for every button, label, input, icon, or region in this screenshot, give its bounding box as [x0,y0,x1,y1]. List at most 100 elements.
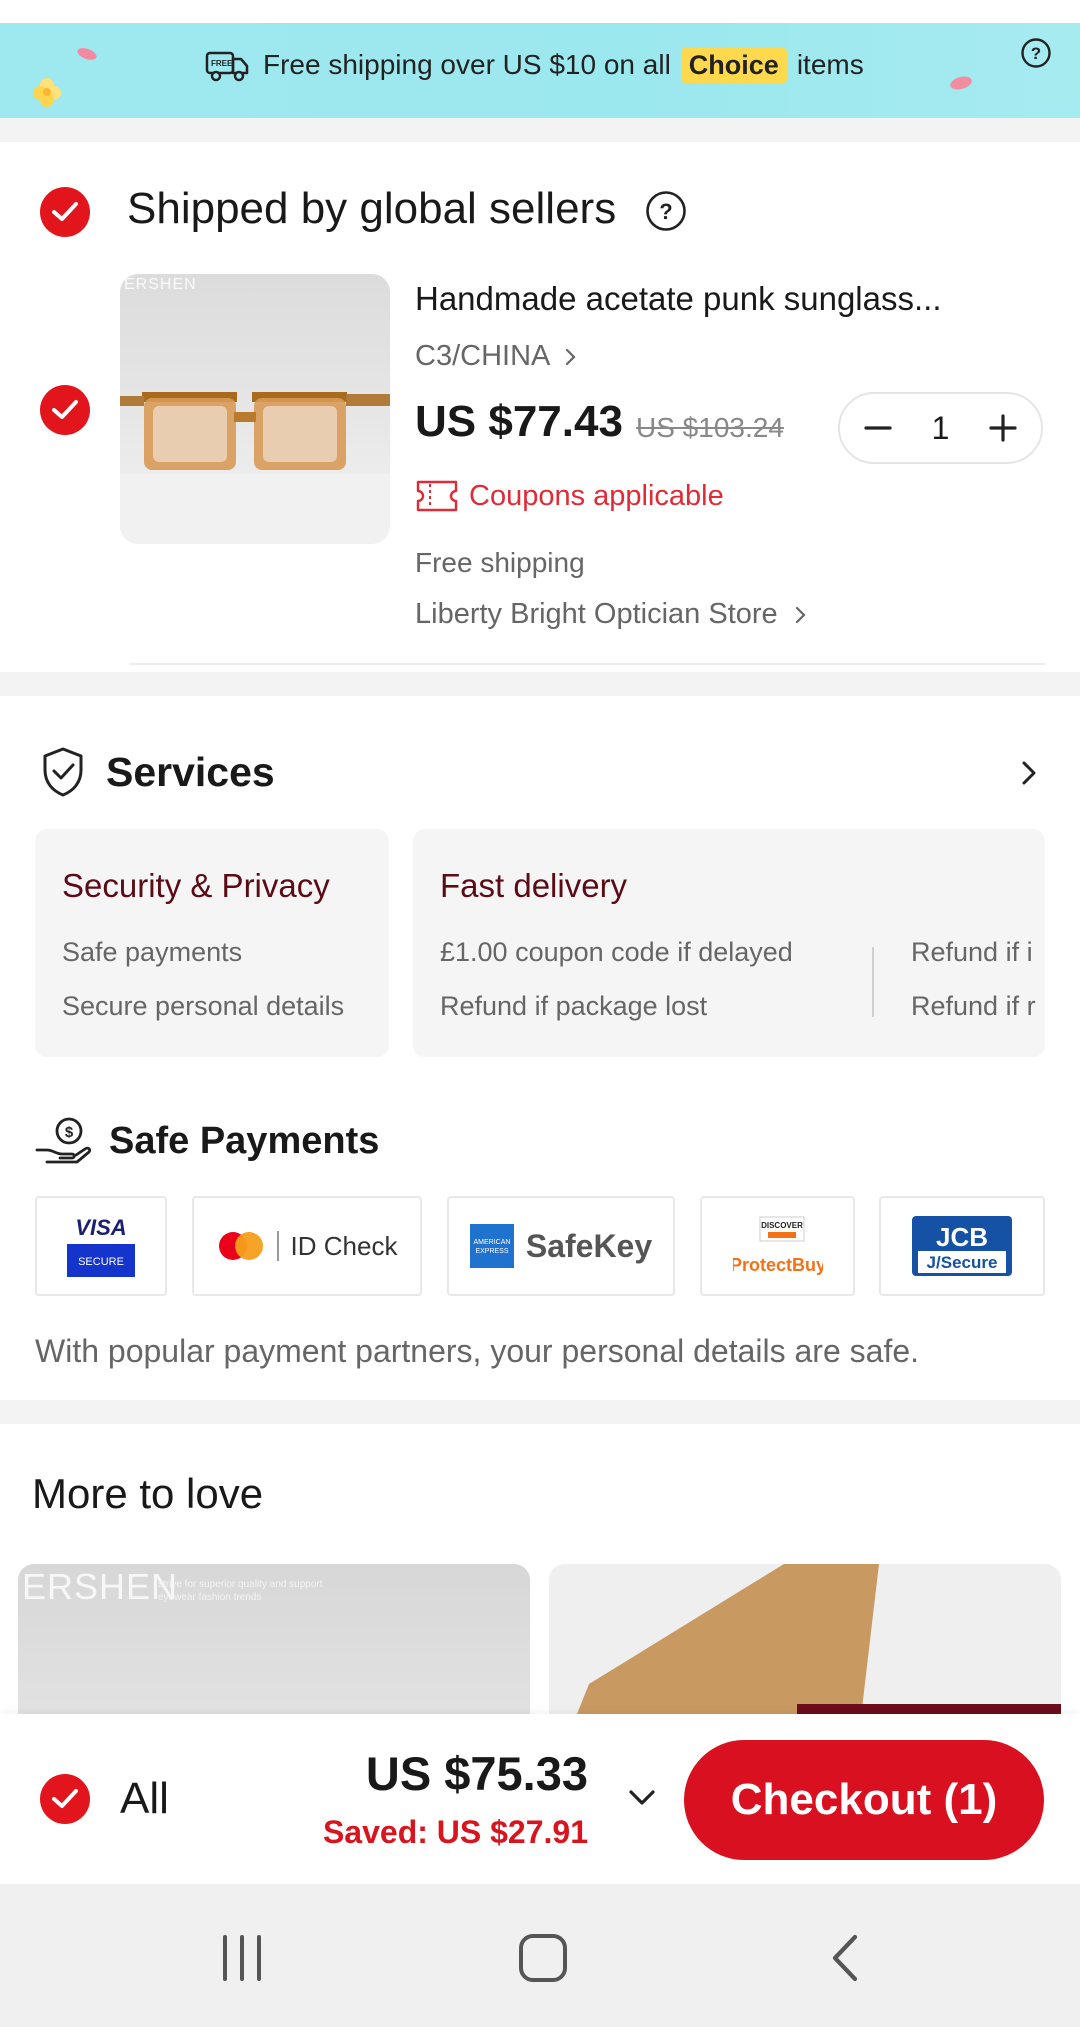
coupon-text: Coupons applicable [469,479,724,512]
product-title[interactable]: Handmade acetate punk sunglass... [415,280,942,318]
checkmark-icon [52,202,78,221]
increase-quantity-button[interactable] [983,408,1023,448]
item-select-checkbox[interactable] [40,385,90,435]
store-name: Liberty Bright Optician Store [415,598,778,630]
security-privacy-card[interactable]: Security & Privacy Safe payments Secure … [35,829,389,1057]
recent-apps-icon [223,1935,261,1981]
svg-text:JCB: JCB [936,1222,988,1252]
free-shipping-banner[interactable]: FREE Free shipping over US $10 on all Ch… [0,23,1080,118]
visa-secure-logo: VISA SECURE [35,1196,167,1296]
petal-decoration-icon [950,76,972,90]
amex-icon: AMERICAN EXPRESS [469,1224,514,1268]
safekey-label: SafeKey [525,1227,653,1264]
product-price: US $77.43 [415,397,623,446]
petal-decoration-icon [77,48,97,60]
product-variant-selector[interactable]: C3/CHINA [415,340,582,373]
svg-text:?: ? [1031,44,1041,63]
choice-badge: Choice [680,47,787,83]
delivery-extra-line: Refund if r [911,991,1036,1021]
safe-payments-header: $ Safe Payments [35,1116,379,1166]
help-icon[interactable]: ? [1020,37,1052,69]
truck-icon: FREE [205,51,249,82]
services-title: Services [106,748,275,795]
section-divider [0,672,1080,696]
safe-payments-title: Safe Payments [109,1119,380,1162]
security-title: Security & Privacy [62,867,330,904]
back-icon [832,1934,858,1982]
minus-icon [864,426,892,430]
banner-text-end: items [796,49,864,80]
divider [130,663,1045,665]
svg-text:VISA: VISA [75,1215,126,1240]
recent-apps-button[interactable] [202,1918,282,1998]
id-check-label: ID Check [290,1230,398,1261]
svg-text:ProtectBuy: ProtectBuy [733,1255,823,1275]
amex-safekey-logo: AMERICAN EXPRESS SafeKey [447,1196,675,1296]
delivery-line: Refund if package lost [440,991,708,1021]
store-link[interactable]: Liberty Bright Optician Store [415,598,812,631]
plus-icon [989,414,1017,442]
product-thumbnail[interactable]: ERSHEN [120,274,390,544]
discover-protectbuy-logo: DISCOVER ProtectBuy [700,1196,855,1296]
glasses-image [120,392,390,544]
seller-group-card: Shipped by global sellers ? ERSHEN Handm… [0,142,1080,672]
chevron-right-icon [566,348,576,365]
svg-text:EXPRESS: EXPRESS [475,1248,508,1255]
home-icon [519,1934,567,1982]
svg-text:FREE: FREE [211,59,233,68]
delivery-line: £1.00 coupon code if delayed [440,937,793,967]
coupon-ticket-icon [416,480,458,512]
help-icon[interactable]: ? [645,190,687,232]
payments-note: With popular payment partners, your pers… [35,1333,920,1369]
recommended-product-card[interactable] [549,1564,1061,1734]
coupons-applicable-link[interactable]: Coupons applicable [415,479,724,513]
home-button[interactable] [503,1918,583,1998]
services-header[interactable]: Services [40,746,275,798]
system-navigation-bar [0,1884,1080,2027]
services-card: Services Security & Privacy Safe payment… [0,696,1080,1400]
product-image [549,1564,1061,1734]
svg-text:J/Secure: J/Secure [927,1253,998,1272]
section-divider [0,118,1080,142]
rec-tagline-text: strive for superior quality and support … [158,1579,323,1603]
quantity-value[interactable]: 1 [932,410,950,447]
variant-label: C3/CHINA [415,340,551,372]
checkout-button[interactable]: Checkout (1) [684,1740,1044,1860]
security-line: Secure personal details [62,991,345,1021]
divider [872,947,874,1017]
seller-select-checkbox[interactable] [40,187,90,237]
more-to-love-title: More to love [32,1470,264,1517]
chevron-right-icon [795,606,806,623]
jcb-jsecure-logo: JCB J/Secure [879,1196,1045,1296]
checkmark-icon [52,400,78,419]
svg-text:DISCOVER: DISCOVER [761,1221,803,1230]
mastercard-id-check-logo: ID Check [192,1196,422,1296]
svg-text:AMERICAN: AMERICAN [473,1239,510,1246]
flower-decoration-icon [33,78,61,107]
back-button[interactable] [805,1918,885,1998]
select-all-checkbox[interactable] [40,1774,90,1824]
seller-group-title: Shipped by global sellers [127,184,617,233]
section-divider [0,1400,1080,1424]
delivery-extra-line: Refund if i [911,937,1033,967]
chevron-right-icon[interactable] [1016,758,1042,788]
checkout-bar: All US $75.33 Saved: US $27.91 Checkout … [0,1714,1080,1884]
decrease-quantity-button[interactable] [858,408,898,448]
select-all-label[interactable]: All [120,1774,169,1824]
security-line: Safe payments [62,937,243,967]
svg-text:$: $ [65,1124,74,1141]
fast-delivery-card[interactable]: Fast delivery £1.00 coupon code if delay… [413,829,1045,1057]
svg-text:SECURE: SECURE [78,1256,124,1268]
shield-check-icon [43,747,83,797]
rec-brand-text: ERSHEN [22,1566,179,1607]
cart-total: US $75.33 [365,1747,588,1800]
shipping-info: Free shipping [415,547,585,578]
more-to-love-section: More to love ERSHEN strive for superior … [0,1424,1080,1734]
chevron-down-icon[interactable] [625,1784,659,1810]
recommended-product-card[interactable]: ERSHEN strive for superior quality and s… [18,1564,530,1734]
hand-coin-icon: $ [35,1117,91,1164]
banner-text: Free shipping over US $10 on all [263,49,671,80]
svg-text:?: ? [659,199,672,224]
product-original-price: US $103.24 [636,412,784,443]
checkmark-icon [52,1789,78,1808]
